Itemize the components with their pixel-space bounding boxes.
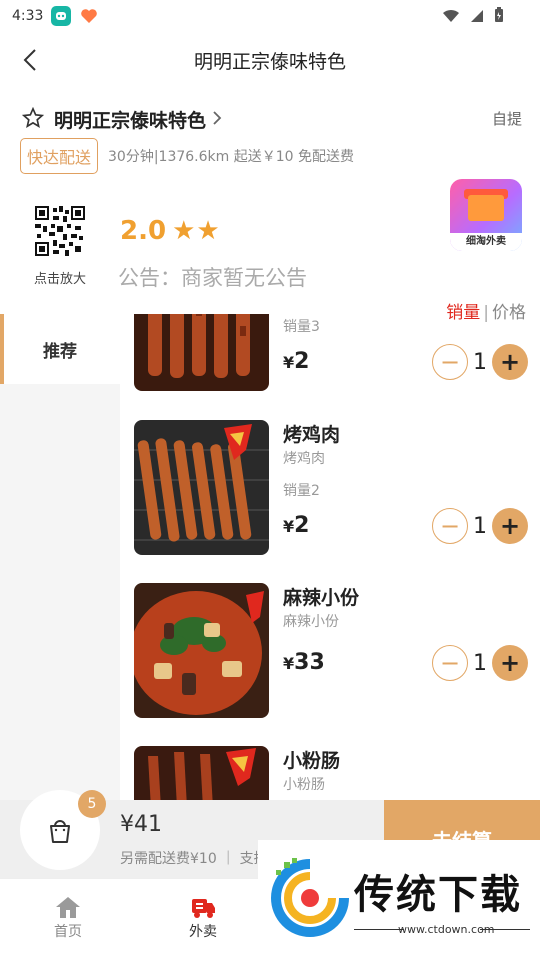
delivery-tag: 快达配送 — [20, 138, 99, 174]
shopping-bag-icon — [50, 820, 70, 843]
shop-rating: 2.0 ★★ — [120, 216, 221, 246]
pickup-button[interactable]: 自提 — [492, 108, 522, 129]
sidebar-item-recommend[interactable]: 推荐 — [0, 314, 120, 384]
product-subtitle: 麻辣小份 — [283, 614, 339, 630]
favorite-star-icon[interactable] — [21, 106, 45, 133]
product-image — [134, 583, 269, 718]
decrease-button[interactable]: − — [432, 344, 468, 380]
watermark-logo-icon — [271, 858, 349, 937]
battery-icon — [494, 7, 504, 27]
logo-caption: 细淘外卖 — [450, 233, 522, 251]
qr-code-button[interactable]: 点击放大 — [24, 206, 96, 287]
wifi-icon — [442, 8, 460, 27]
quantity-stepper: − 1 + — [432, 645, 528, 681]
back-button[interactable] — [14, 44, 46, 76]
shop-name: 明明正宗傣味特色 — [54, 110, 207, 132]
product-image — [134, 420, 269, 555]
category-sidebar: 推荐 — [0, 314, 120, 800]
list-item[interactable]: 烤鸡肉 烤鸡肉 销量2 ¥2 − 1 + — [120, 420, 540, 560]
delivery-info-row: 快达配送 30分钟|1376.6km 起送￥10 免配送费 — [20, 138, 354, 174]
product-name: 麻辣小份 — [283, 587, 360, 609]
product-subtitle: 小粉肠 — [283, 777, 325, 793]
decrease-button[interactable]: − — [432, 645, 468, 681]
quantity-value: 1 — [473, 513, 487, 539]
tab-label: 首页 — [54, 924, 82, 940]
product-name: 烤鸡肉 — [283, 424, 341, 446]
product-image — [134, 746, 269, 800]
delivery-icon — [163, 893, 243, 921]
cart-count-badge: 5 — [78, 790, 106, 818]
cart-note: 另需配送费¥10 ｜ 支持 — [120, 851, 268, 867]
back-arrow-icon — [23, 49, 36, 71]
signal-icon — [470, 8, 484, 27]
shop-notice: 公告：商家暂无公告 — [118, 266, 307, 290]
home-icon — [28, 893, 108, 921]
list-item[interactable]: 小粉肠 小粉肠 — [120, 746, 540, 800]
product-name: 小粉肠 — [283, 750, 341, 772]
tab-takeout[interactable]: 外卖 — [163, 893, 243, 941]
rating-stars: ★★ — [172, 216, 221, 246]
delivery-meta: 30分钟|1376.6km 起送￥10 免配送费 — [108, 149, 354, 165]
increase-button[interactable]: + — [492, 645, 528, 681]
product-sales: 销量3 — [283, 319, 320, 335]
status-bar: 4:33 — [0, 0, 540, 32]
watermark-text: 传统下载 — [354, 872, 522, 918]
tab-label: 外卖 — [189, 924, 217, 940]
list-item[interactable]: 麻辣小份 麻辣小份 ¥33 − 1 + — [120, 583, 540, 723]
quantity-value: 1 — [473, 349, 487, 375]
heart-app-icon — [79, 6, 100, 26]
quantity-stepper: − 1 + — [432, 344, 528, 380]
product-price: ¥33 — [283, 650, 325, 675]
quantity-stepper: − 1 + — [432, 508, 528, 544]
product-price: ¥2 — [283, 349, 310, 374]
product-list[interactable]: 销量3 ¥2 − 1 + 烤鸡肉 烤鸡肉 销量2 ¥2 − 1 + 麻辣小份 麻… — [120, 314, 540, 800]
product-sales: 销量2 — [283, 483, 320, 499]
increase-button[interactable]: + — [492, 344, 528, 380]
cart-total: ¥41 — [120, 812, 162, 837]
list-item[interactable]: 销量3 ¥2 − 1 + — [120, 314, 540, 396]
watermark-divider — [354, 929, 404, 930]
qr-caption: 点击放大 — [33, 272, 86, 287]
status-time: 4:33 — [12, 8, 44, 24]
quantity-value: 1 — [473, 650, 487, 676]
watermark-overlay: 传统下载 www.ctdown.com — [258, 840, 540, 960]
decrease-button[interactable]: − — [432, 508, 468, 544]
app-notification-icon — [51, 6, 72, 26]
product-subtitle: 烤鸡肉 — [283, 451, 325, 467]
nav-bar: 明明正宗傣味特色 — [0, 38, 540, 82]
product-image — [134, 314, 269, 391]
increase-button[interactable]: + — [492, 508, 528, 544]
watermark-divider — [480, 929, 530, 930]
shop-name-row[interactable]: 明明正宗傣味特色 — [21, 106, 222, 133]
tab-home[interactable]: 首页 — [28, 893, 108, 941]
rating-score: 2.0 — [120, 216, 167, 246]
qr-code-icon — [35, 206, 85, 256]
chevron-right-icon — [212, 110, 222, 130]
page-title: 明明正宗傣味特色 — [193, 50, 346, 73]
product-price: ¥2 — [283, 513, 310, 538]
shop-logo: 细淘外卖 — [450, 179, 522, 251]
